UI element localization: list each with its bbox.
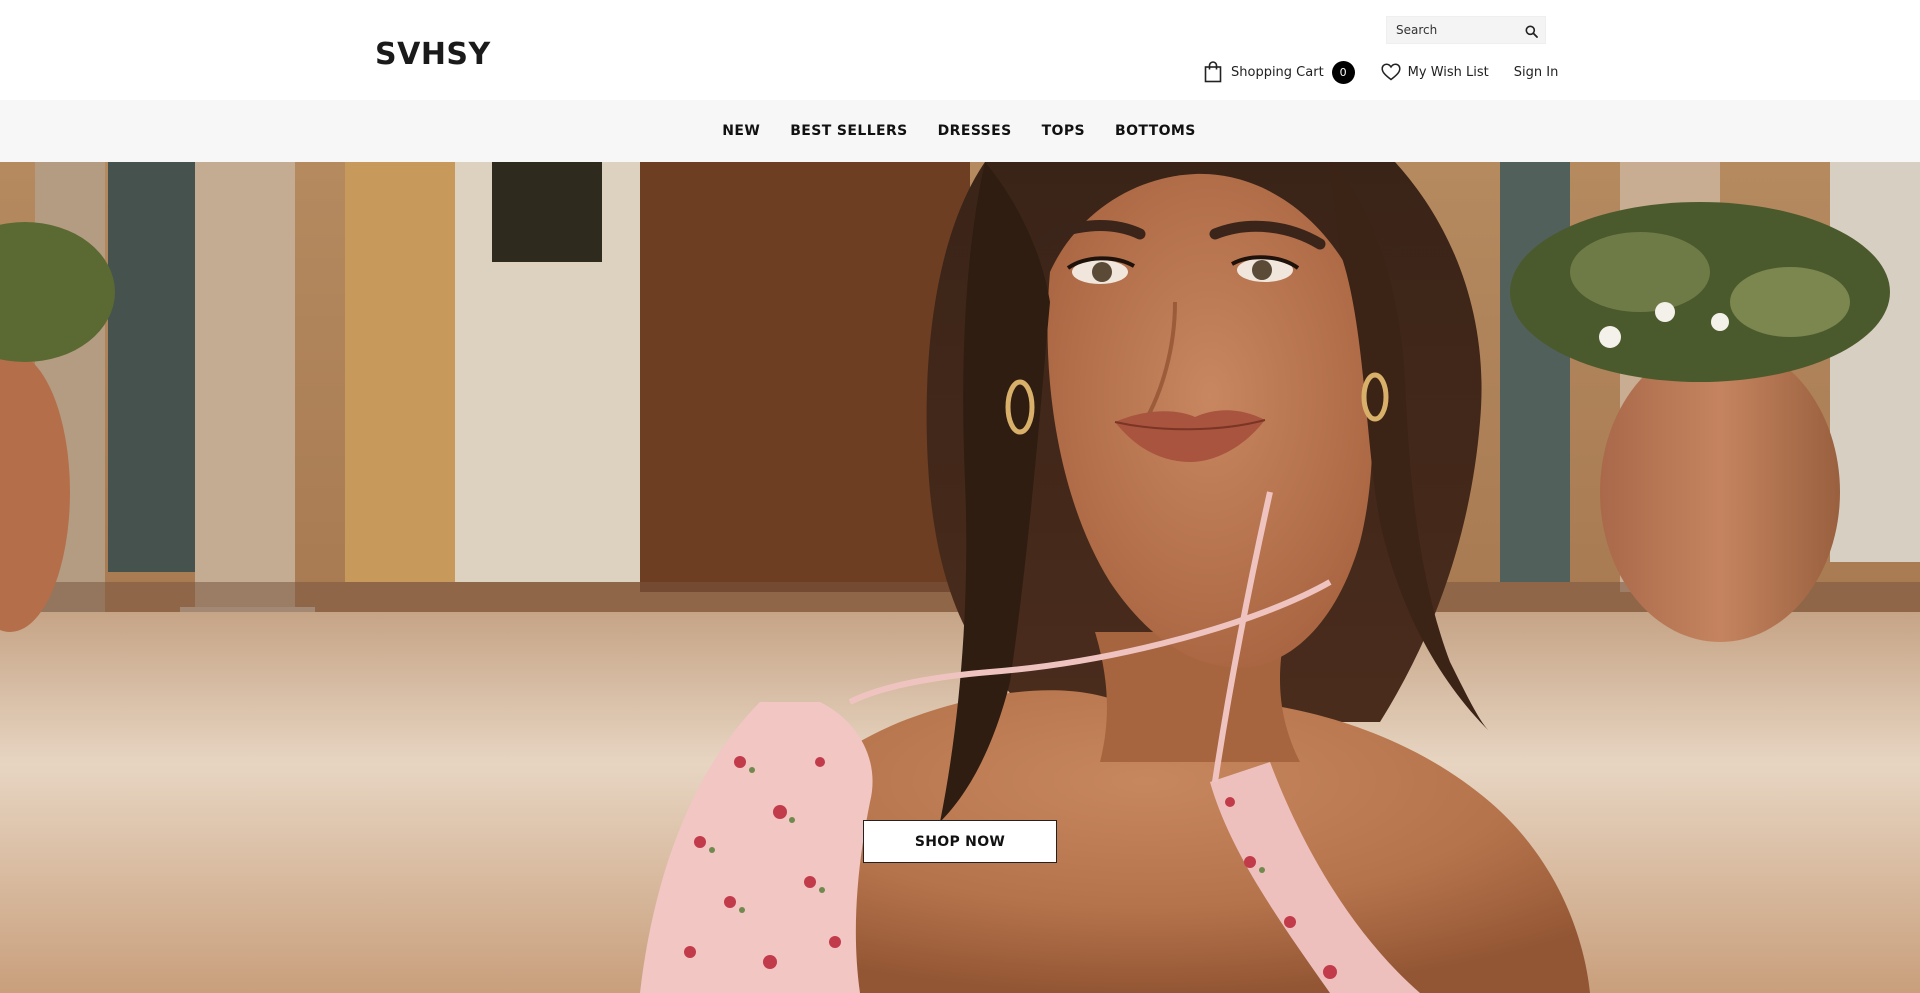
search-input[interactable] [1387, 17, 1515, 43]
heart-icon [1381, 63, 1401, 81]
sign-in-link[interactable]: Sign In [1514, 65, 1559, 80]
search-box [1386, 16, 1546, 44]
hero-image [0, 162, 1920, 993]
nav-item-best-sellers[interactable]: BEST SELLERS [790, 123, 907, 139]
wishlist-link[interactable]: My Wish List [1381, 63, 1489, 81]
wishlist-label: My Wish List [1407, 64, 1489, 80]
site-logo[interactable]: SVHSY [375, 36, 491, 74]
nav-item-tops[interactable]: TOPS [1042, 123, 1085, 139]
nav-item-new[interactable]: NEW [722, 123, 760, 139]
nav-item-bottoms[interactable]: BOTTOMS [1115, 123, 1196, 139]
nav-items: NEW BEST SELLERS DRESSES TOPS BOTTOMS [707, 123, 1210, 139]
shop-now-button[interactable]: SHOP NOW [863, 820, 1057, 863]
main-navigation: NEW BEST SELLERS DRESSES TOPS BOTTOMS [0, 100, 1920, 162]
shopping-cart-link[interactable]: Shopping Cart 0 [1204, 60, 1355, 84]
shopping-bag-icon [1204, 61, 1222, 83]
hero-banner[interactable]: SHOP NOW [0, 162, 1920, 993]
nav-item-dresses[interactable]: DRESSES [938, 123, 1012, 139]
search-icon[interactable] [1523, 23, 1539, 39]
cart-count-badge: 0 [1331, 60, 1355, 84]
header-links: Shopping Cart 0 My Wish List Sign In [1204, 60, 1558, 84]
site-header: SVHSY Shopping Cart 0 [0, 0, 1920, 100]
shopping-cart-label: Shopping Cart [1231, 64, 1324, 80]
